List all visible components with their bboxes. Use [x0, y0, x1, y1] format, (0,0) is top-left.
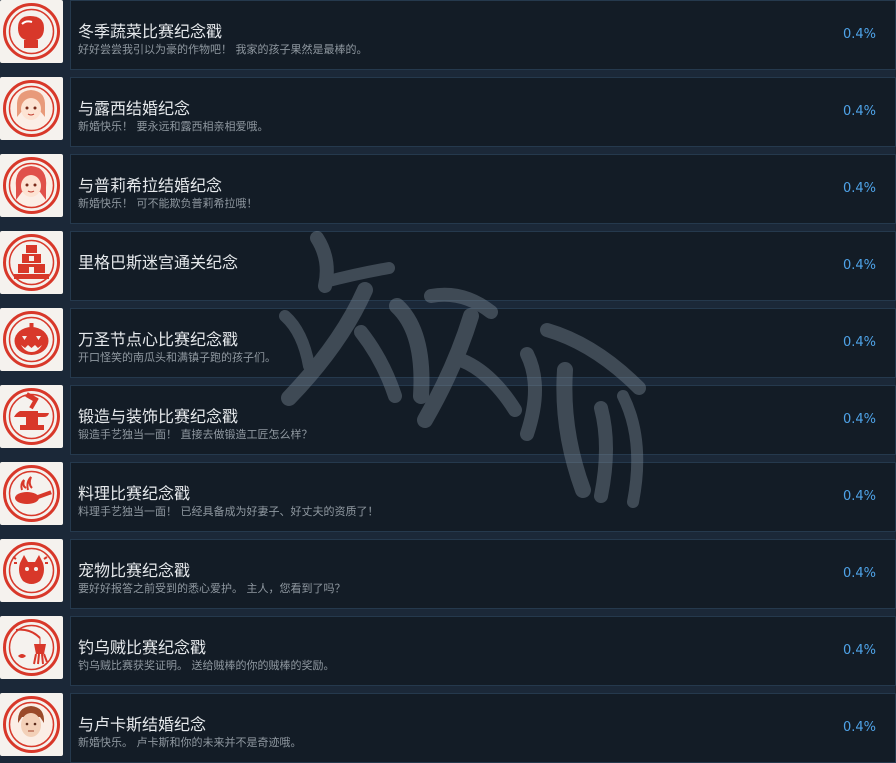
achievement-description: 好好尝尝我引以为豪的作物吧！ 我家的孩子果然是最棒的。: [78, 43, 368, 56]
achievement-description: 料理手艺独当一面！ 已经具备成为好妻子、好丈夫的资质了！: [78, 505, 379, 518]
unlock-percentage: 0.4%: [842, 566, 876, 581]
achievement-description: 要好好报答之前受到的悉心爱护。 主人，您看到了吗？: [78, 582, 346, 595]
boxing-glove-icon: [3, 3, 60, 60]
achievement-row: 与露西结婚纪念 新婚快乐！ 要永远和露西相亲相爱哦。 0.4%: [0, 77, 896, 154]
achievement-icon: [0, 539, 63, 602]
achievement-row: 万圣节点心比赛纪念戳 开口怪笑的南瓜头和满镇子跑的孩子们。 0.4%: [0, 308, 896, 385]
jack-o-lantern-icon: [3, 311, 60, 368]
achievement-panel[interactable]: 料理比赛纪念戳 料理手艺独当一面！ 已经具备成为好妻子、好丈夫的资质了！ 0.4…: [70, 462, 896, 532]
achievement-title: 与露西结婚纪念: [78, 99, 191, 118]
achievement-row: 与卢卡斯结婚纪念 新婚快乐。 卢卡斯和你的未来并不是奇迹哦。 0.4%: [0, 693, 896, 763]
achievement-row: 料理比赛纪念戳 料理手艺独当一面！ 已经具备成为好妻子、好丈夫的资质了！ 0.4…: [0, 462, 896, 539]
achievement-panel[interactable]: 与露西结婚纪念 新婚快乐！ 要永远和露西相亲相爱哦。 0.4%: [70, 77, 896, 147]
achievement-title: 料理比赛纪念戳: [78, 484, 191, 503]
achievement-description: 钓乌贼比赛获奖证明。 送给贼棒的你的贼棒的奖励。: [78, 659, 335, 672]
achievement-icon: [0, 154, 63, 217]
achievement-row: 与普莉希拉结婚纪念 新婚快乐！ 可不能欺负普莉希拉哦！ 0.4%: [0, 154, 896, 231]
achievement-panel[interactable]: 锻造与装饰比赛纪念戳 锻造手艺独当一面！ 直接去做锻造工匠怎么样？ 0.4%: [70, 385, 896, 455]
achievement-row: 里格巴斯迷宫通关纪念 0.4%: [0, 231, 896, 308]
achievement-description: 锻造手艺独当一面！ 直接去做锻造工匠怎么样？: [78, 428, 313, 441]
achievement-row: 锻造与装饰比赛纪念戳 锻造手艺独当一面！ 直接去做锻造工匠怎么样？ 0.4%: [0, 385, 896, 462]
achievement-panel[interactable]: 里格巴斯迷宫通关纪念 0.4%: [70, 231, 896, 301]
achievement-row: 冬季蔬菜比赛纪念戳 好好尝尝我引以为豪的作物吧！ 我家的孩子果然是最棒的。 0.…: [0, 0, 896, 77]
unlock-percentage: 0.4%: [842, 489, 876, 504]
achievement-title: 万圣节点心比赛纪念戳: [78, 330, 239, 349]
achievement-icon: [0, 693, 63, 756]
achievement-panel[interactable]: 宠物比赛纪念戳 要好好报答之前受到的悉心爱护。 主人，您看到了吗？ 0.4%: [70, 539, 896, 609]
achievement-icon: [0, 0, 63, 63]
achievement-icon: [0, 616, 63, 679]
achievement-icon: [0, 231, 63, 294]
achievement-panel[interactable]: 钓乌贼比赛纪念戳 钓乌贼比赛获奖证明。 送给贼棒的你的贼棒的奖励。 0.4%: [70, 616, 896, 686]
achievement-icon: [0, 385, 63, 448]
anvil-hammer-icon: [3, 388, 60, 445]
unlock-percentage: 0.4%: [842, 258, 876, 273]
achievement-row: 宠物比赛纪念戳 要好好报答之前受到的悉心爱护。 主人，您看到了吗？ 0.4%: [0, 539, 896, 616]
girl-portrait-icon: [3, 80, 60, 137]
achievement-row: 钓乌贼比赛纪念戳 钓乌贼比赛获奖证明。 送给贼棒的你的贼棒的奖励。 0.4%: [0, 616, 896, 693]
unlock-percentage: 0.4%: [842, 27, 876, 42]
pet-creature-icon: [3, 542, 60, 599]
frying-pan-icon: [3, 465, 60, 522]
achievement-title: 与普莉希拉结婚纪念: [78, 176, 223, 195]
girl-portrait-icon: [3, 157, 60, 214]
achievement-description: 新婚快乐！ 可不能欺负普莉希拉哦！: [78, 197, 258, 210]
achievement-description: 开口怪笑的南瓜头和满镇子跑的孩子们。: [78, 351, 276, 364]
achievement-panel[interactable]: 与卢卡斯结婚纪念 新婚快乐。 卢卡斯和你的未来并不是奇迹哦。 0.4%: [70, 693, 896, 763]
unlock-percentage: 0.4%: [842, 335, 876, 350]
achievement-icon: [0, 462, 63, 525]
fishing-squid-icon: [3, 619, 60, 676]
achievement-icon: [0, 77, 63, 140]
achievement-panel[interactable]: 与普莉希拉结婚纪念 新婚快乐！ 可不能欺负普莉希拉哦！ 0.4%: [70, 154, 896, 224]
unlock-percentage: 0.4%: [842, 181, 876, 196]
achievement-icon: [0, 308, 63, 371]
achievement-title: 与卢卡斯结婚纪念: [78, 715, 207, 734]
unlock-percentage: 0.4%: [842, 643, 876, 658]
unlock-percentage: 0.4%: [842, 104, 876, 119]
achievement-title: 冬季蔬菜比赛纪念戳: [78, 22, 223, 41]
achievement-title: 钓乌贼比赛纪念戳: [78, 638, 207, 657]
unlock-percentage: 0.4%: [842, 720, 876, 735]
unlock-percentage: 0.4%: [842, 412, 876, 427]
achievement-description: 新婚快乐！ 要永远和露西相亲相爱哦。: [78, 120, 269, 133]
achievement-title: 里格巴斯迷宫通关纪念: [78, 253, 239, 272]
man-portrait-icon: [3, 696, 60, 753]
achievement-panel[interactable]: 冬季蔬菜比赛纪念戳 好好尝尝我引以为豪的作物吧！ 我家的孩子果然是最棒的。 0.…: [70, 0, 896, 70]
achievement-panel[interactable]: 万圣节点心比赛纪念戳 开口怪笑的南瓜头和满镇子跑的孩子们。 0.4%: [70, 308, 896, 378]
achievement-title: 宠物比赛纪念戳: [78, 561, 191, 580]
achievement-title: 锻造与装饰比赛纪念戳: [78, 407, 239, 426]
castle-tower-icon: [3, 234, 60, 291]
